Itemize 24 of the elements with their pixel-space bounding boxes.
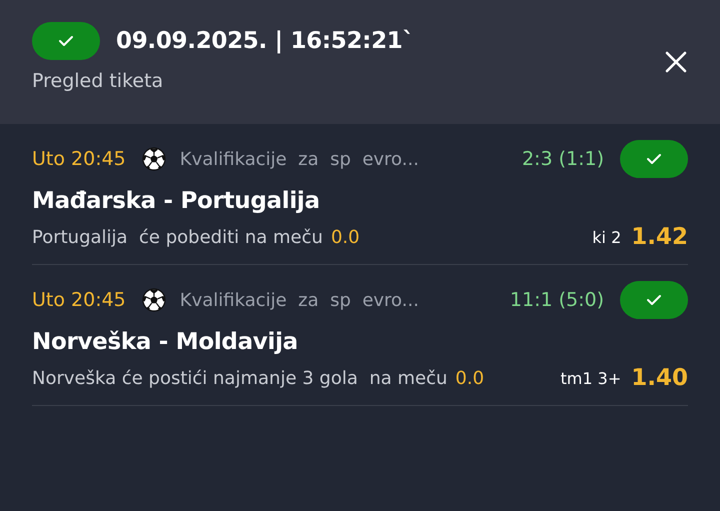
check-icon: [646, 153, 662, 165]
match-time: Uto 20:45: [32, 148, 126, 170]
pick-value: 0.0: [330, 226, 360, 248]
pick-value: 0.0: [455, 368, 484, 388]
soccer-ball-icon: [142, 288, 166, 312]
match-score: 2:3 (1:1): [522, 148, 604, 170]
ticket-title: 09.09.2025. | 16:52:21`: [116, 28, 414, 54]
odds-value: 1.40: [631, 365, 688, 391]
ticket-subtitle: Pregled tiketa: [32, 70, 164, 92]
league-name: Kvalifikacije za sp evro...: [180, 290, 419, 310]
soccer-ball-icon: [142, 147, 166, 171]
match-time: Uto 20:45: [32, 289, 126, 311]
match-score: 11:1 (5:0): [510, 289, 604, 311]
market-code: ki 2: [592, 228, 622, 246]
match-teams: Mađarska - Portugalija: [32, 188, 321, 214]
odds-value: 1.42: [631, 224, 688, 250]
pick-description: Portugalija će pobediti na meču: [32, 226, 323, 248]
pick-description: Norveška će postići najmanje 3 gola na meču: [32, 368, 448, 388]
match-teams: Norveška - Moldavija: [32, 329, 299, 355]
close-button[interactable]: [664, 50, 688, 74]
league-name: Kvalifikacije za sp evro...: [180, 148, 419, 170]
market-code: tm1 3+: [560, 368, 622, 388]
check-icon: [646, 294, 662, 306]
check-icon: [58, 35, 74, 47]
